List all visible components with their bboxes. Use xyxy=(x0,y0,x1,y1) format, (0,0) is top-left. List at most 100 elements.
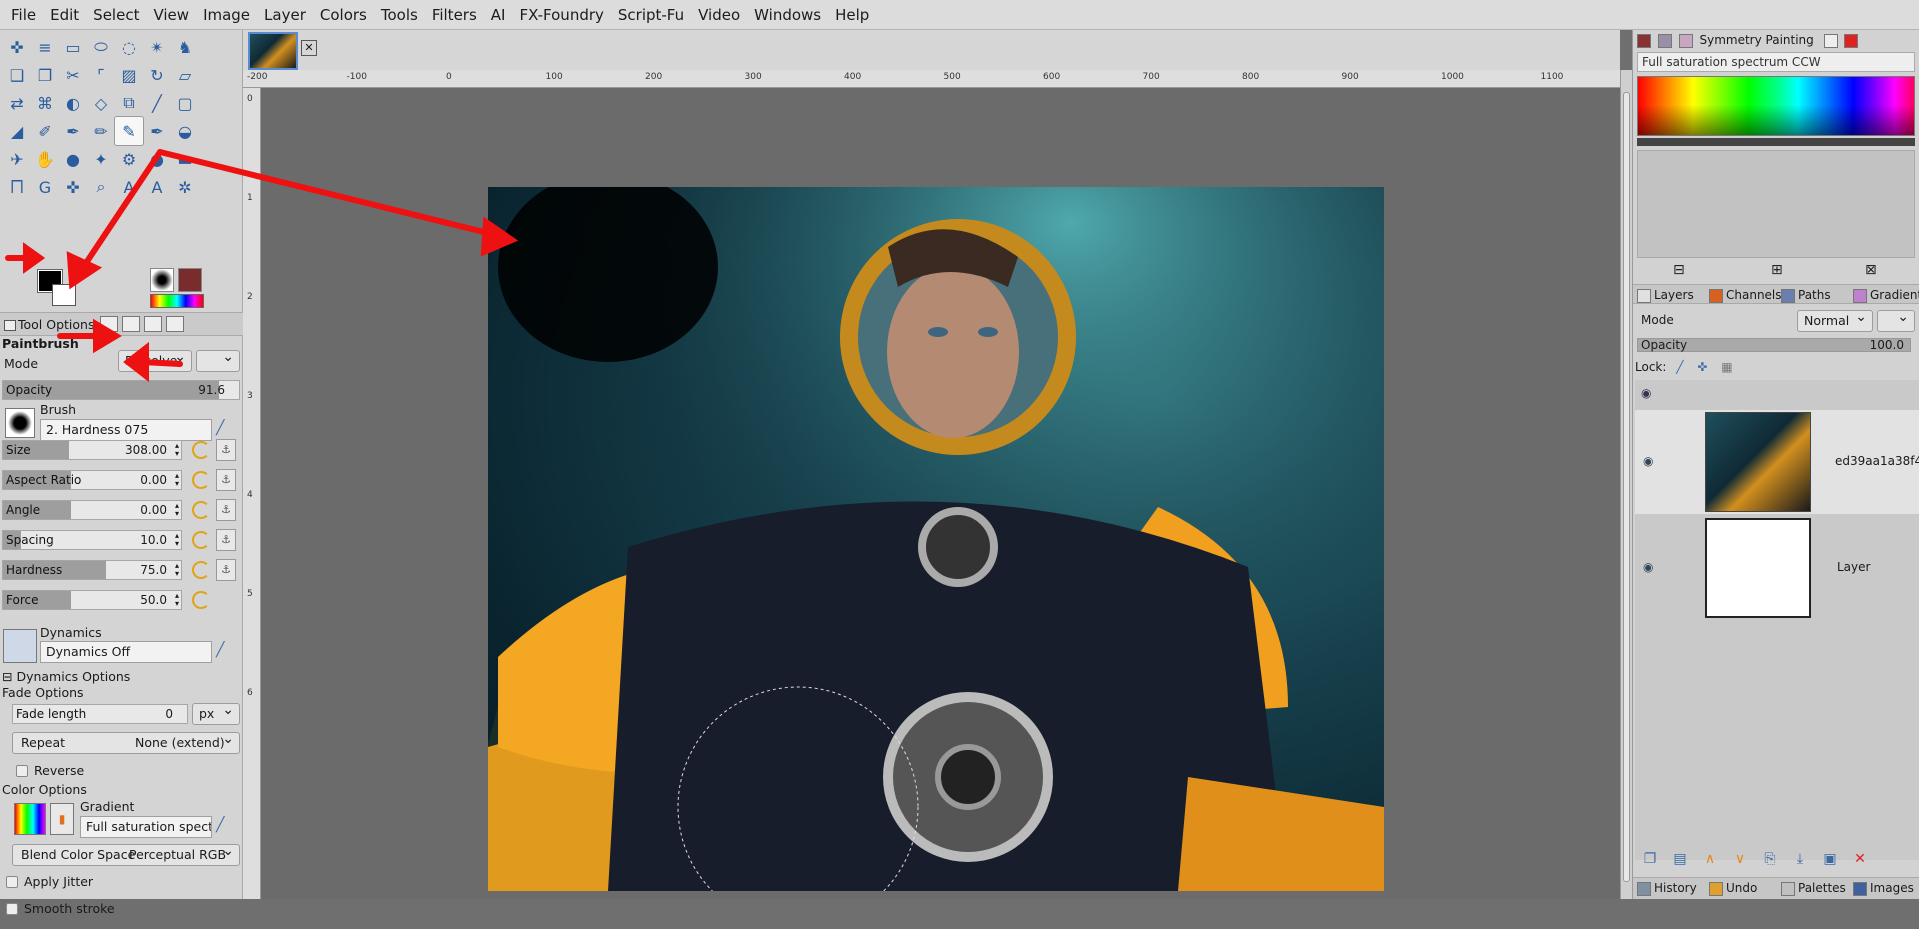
tool-heal-icon[interactable]: ✦ xyxy=(86,144,116,174)
gradient-stop-bar[interactable] xyxy=(1637,138,1915,146)
dynamics-preview-button[interactable] xyxy=(3,629,37,663)
tool-crop-paths-icon[interactable]: ❑ xyxy=(2,60,32,90)
tool-clone-select-icon[interactable]: ❐ xyxy=(30,60,60,90)
brush-name-field[interactable]: 2. Hardness 075 xyxy=(40,419,212,441)
tool-perspective-icon[interactable]: ▱ xyxy=(170,60,200,90)
layer-mode-select[interactable]: Normal xyxy=(1797,310,1873,332)
menu-scriptfu[interactable]: Script-Fu xyxy=(611,0,691,30)
tool-text-align-icon[interactable]: ⨅ xyxy=(2,172,32,202)
active-gradient-preview[interactable] xyxy=(150,294,204,308)
tool-warp-icon[interactable]: ◐ xyxy=(58,88,88,118)
size-slider[interactable]: Size 308.00 ▴ ▾ xyxy=(2,440,182,460)
hardness-link-icon[interactable]: ⚓ xyxy=(216,559,236,581)
tool-shear-icon[interactable]: ╱ xyxy=(142,88,172,118)
menu-windows[interactable]: Windows xyxy=(747,0,828,30)
layer-opacity-slider[interactable]: Opacity 100.0 xyxy=(1637,338,1911,352)
mode-select[interactable]: Dissolve xyxy=(118,350,192,372)
duplicate-layer-icon[interactable]: ⎘ xyxy=(1759,851,1781,869)
menu-edit[interactable]: Edit xyxy=(43,0,86,30)
menu-tools[interactable]: Tools xyxy=(374,0,425,30)
spin-arrows-icon[interactable]: ▴ ▾ xyxy=(175,472,179,488)
fade-unit-select[interactable]: px xyxy=(192,703,240,725)
tool-text-icon[interactable]: A xyxy=(114,172,144,202)
tool-eraser-icon[interactable]: ▬ xyxy=(170,144,200,174)
tool-unified-transform-icon[interactable]: ▨ xyxy=(114,60,144,90)
tool-blur-icon[interactable]: ◕ xyxy=(142,144,172,174)
menu-colors[interactable]: Colors xyxy=(313,0,374,30)
tool-bucket-icon[interactable]: ◢ xyxy=(2,116,32,146)
tool-scale-icon[interactable]: ⧉ xyxy=(114,88,144,118)
tab-channels[interactable]: Channels xyxy=(1709,285,1782,305)
hardness-slider[interactable]: Hardness 75.0 ▴ ▾ xyxy=(2,560,182,580)
tab-images[interactable]: Images xyxy=(1853,878,1914,898)
smooth-stroke-checkbox[interactable] xyxy=(6,903,18,915)
close-image-tab-icon[interactable]: ✕ xyxy=(301,40,317,56)
tool-clone-icon[interactable]: ⚙ xyxy=(114,144,144,174)
tool-ellipse-select-icon[interactable]: ⬭ xyxy=(86,32,116,62)
gradient-preview-strip[interactable] xyxy=(1637,76,1915,136)
active-brush-preview[interactable] xyxy=(150,268,174,292)
menu-select[interactable]: Select xyxy=(86,0,146,30)
fit-icon[interactable]: ⊠ xyxy=(1865,262,1877,278)
spin-arrows-icon[interactable]: ▴ ▾ xyxy=(175,532,179,548)
spin-arrows-icon[interactable]: ▴ ▾ xyxy=(175,442,179,458)
menu-ai[interactable]: AI xyxy=(484,0,513,30)
dynamics-options-expander[interactable]: ⊟ Dynamics Options xyxy=(2,669,130,684)
menu-fxfoundry[interactable]: FX-Foundry xyxy=(512,0,610,30)
gradient-reverse-icon[interactable]: ▮ xyxy=(50,803,74,835)
spacing-slider[interactable]: Spacing 10.0 ▴ ▾ xyxy=(2,530,182,550)
dynamics-name-field[interactable]: Dynamics Off xyxy=(40,641,212,663)
angle-slider[interactable]: Angle 0.00 ▴ ▾ xyxy=(2,500,182,520)
spacing-link-icon[interactable]: ⚓ xyxy=(216,529,236,551)
tab-gradients[interactable]: Gradients xyxy=(1853,285,1919,305)
tab-document-history-icon[interactable] xyxy=(166,316,185,332)
tool-dropper-icon[interactable]: ✲ xyxy=(170,172,200,202)
tool-move-icon[interactable]: ✜ xyxy=(2,32,32,62)
opacity-slider[interactable]: Opacity 91.6 xyxy=(2,380,240,400)
layer-mode-reset-select[interactable] xyxy=(1877,310,1915,332)
reverse-checkbox[interactable] xyxy=(16,765,28,777)
repeat-select[interactable]: Repeat None (extend) xyxy=(12,732,240,754)
tool-airbrush-icon[interactable]: ✈ xyxy=(2,144,32,174)
fade-length-slider[interactable]: Fade length 0 xyxy=(12,704,188,724)
zoom-in-icon[interactable]: ⊞ xyxy=(1771,262,1783,278)
active-pattern-preview[interactable] xyxy=(178,268,202,292)
size-reset-icon[interactable] xyxy=(192,441,210,459)
new-layer-icon[interactable]: ❐ xyxy=(1639,851,1661,869)
tab-palettes[interactable]: Palettes xyxy=(1781,878,1846,898)
menu-view[interactable]: View xyxy=(146,0,196,30)
menu-layer[interactable]: Layer xyxy=(257,0,313,30)
tool-paintbrush-icon[interactable]: ✎ xyxy=(114,116,144,146)
spin-arrows-icon[interactable]: ▴ ▾ xyxy=(175,502,179,518)
size-link-icon[interactable]: ⚓ xyxy=(216,439,236,461)
spin-arrows-icon[interactable]: ▴ ▾ xyxy=(175,562,179,578)
tool-color-picker-icon[interactable]: ✐ xyxy=(30,116,60,146)
tab-paths[interactable]: Paths xyxy=(1781,285,1831,305)
zoom-out-icon[interactable]: ⊟ xyxy=(1673,262,1685,278)
menu-help[interactable]: Help xyxy=(828,0,876,30)
tool-flip-icon[interactable]: ⇄ xyxy=(2,88,32,118)
gradient-preview-button[interactable] xyxy=(14,803,46,835)
tool-cage-icon[interactable]: ▢ xyxy=(170,88,200,118)
menu-filters[interactable]: Filters xyxy=(425,0,484,30)
menu-file[interactable]: File xyxy=(4,0,43,30)
dynamics-edit-icon[interactable]: ╱ xyxy=(216,642,224,658)
tool-measure-icon[interactable]: ⌕ xyxy=(86,172,116,202)
spacing-reset-icon[interactable] xyxy=(192,531,210,549)
tab-layers[interactable]: Layers xyxy=(1637,285,1694,305)
layer-mask-icon[interactable]: ▣ xyxy=(1819,851,1841,869)
aspect-ratio-reset-icon[interactable] xyxy=(192,471,210,489)
tab-symmetry-painting[interactable]: Symmetry Painting xyxy=(1637,30,1861,50)
tab-undo[interactable]: Undo xyxy=(1709,878,1757,898)
tool-zoom-icon[interactable]: ✜ xyxy=(58,172,88,202)
angle-link-icon[interactable]: ⚓ xyxy=(216,499,236,521)
tool-fuzzy-select-icon[interactable]: ✴ xyxy=(142,32,172,62)
delete-layer-icon[interactable]: ✕ xyxy=(1849,851,1871,869)
image-tab-thumbnail[interactable] xyxy=(248,32,298,70)
tool-dodge-icon[interactable]: ● xyxy=(58,144,88,174)
lock-position-icon[interactable]: ✜ xyxy=(1697,360,1707,374)
tool-crop-icon[interactable]: ⌜ xyxy=(86,60,116,90)
force-slider[interactable]: Force 50.0 ▴ ▾ xyxy=(2,590,182,610)
tool-path-icon[interactable]: A xyxy=(142,172,172,202)
layer-row[interactable]: ◉ Layer xyxy=(1635,516,1919,620)
